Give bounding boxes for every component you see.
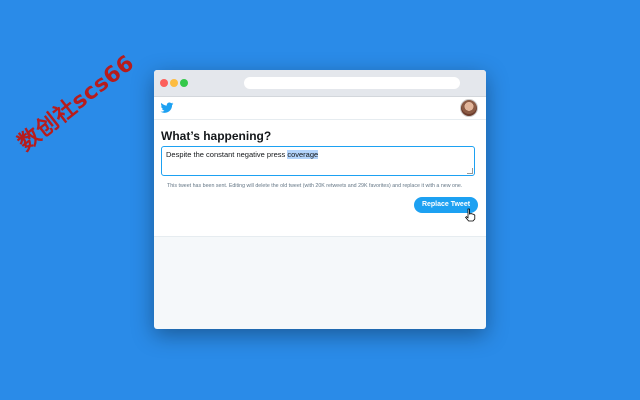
maximize-window-button[interactable] <box>180 79 188 87</box>
browser-titlebar <box>154 70 486 97</box>
user-avatar[interactable] <box>460 99 478 117</box>
minimize-window-button[interactable] <box>170 79 178 87</box>
tweet-text: Despite the constant negative press <box>166 150 288 159</box>
twitter-bird-icon[interactable] <box>160 101 174 115</box>
compose-panel: What’s happening? Despite the constant n… <box>154 120 486 237</box>
tweet-text-selection: coverage <box>287 150 319 159</box>
address-bar[interactable] <box>244 77 460 89</box>
watermark: 数创社scs66 <box>13 50 140 157</box>
close-window-button[interactable] <box>160 79 168 87</box>
compose-heading: What’s happening? <box>161 129 272 143</box>
edit-notice: This tweet has been sent. Editing will d… <box>167 183 463 189</box>
twitter-topbar <box>154 97 486 120</box>
browser-window: What’s happening? Despite the constant n… <box>154 70 486 329</box>
hand-pointer-icon <box>465 208 476 222</box>
tweet-textarea[interactable]: Despite the constant negative press cove… <box>161 146 475 176</box>
resize-handle[interactable] <box>467 168 473 174</box>
